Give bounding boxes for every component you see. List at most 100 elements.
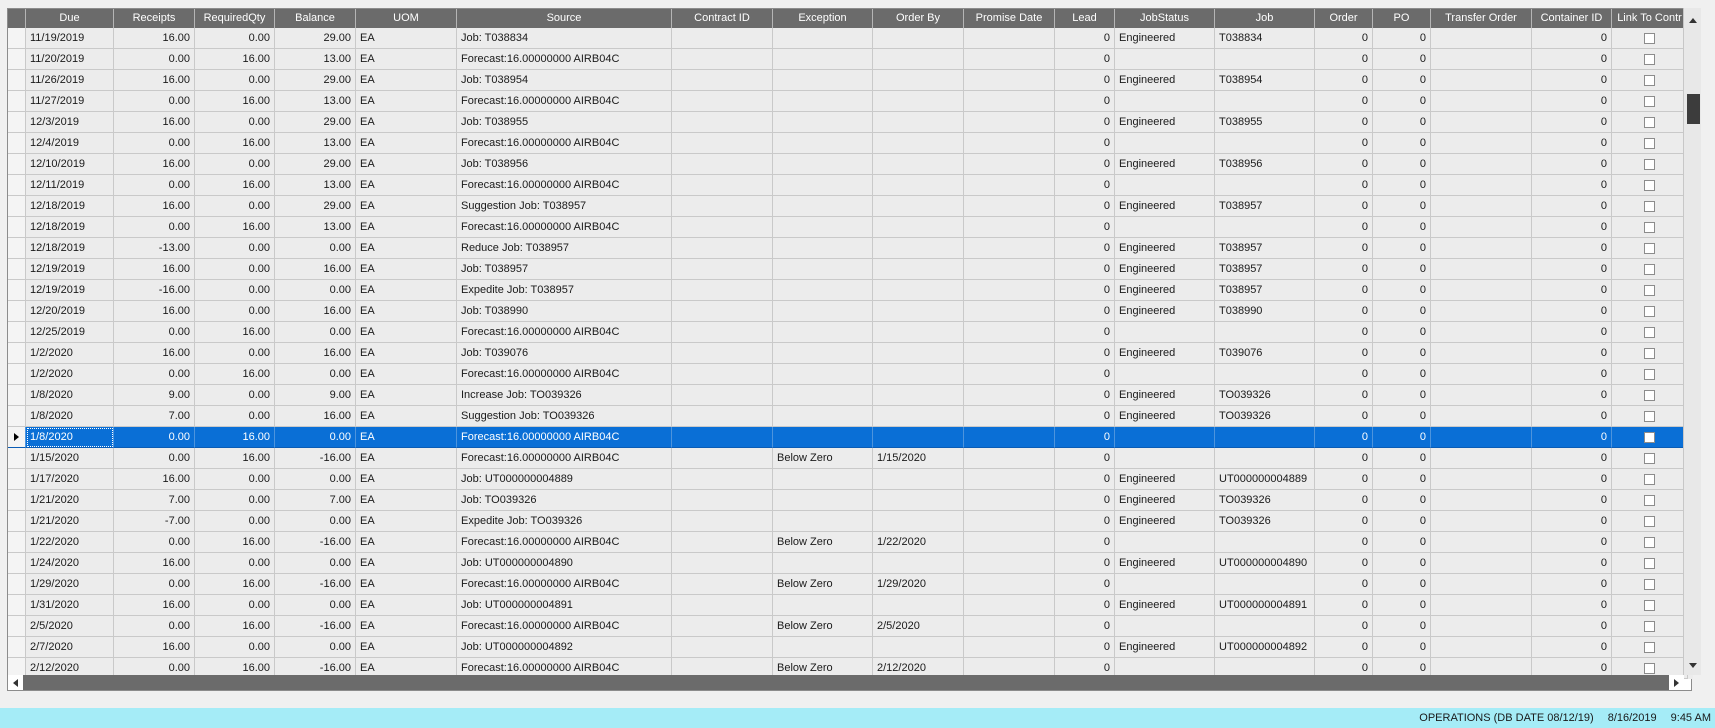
row-selector[interactable]	[8, 49, 26, 70]
cell-order-by[interactable]	[873, 49, 964, 70]
cell-transfer-order[interactable]	[1431, 70, 1532, 91]
cell-due[interactable]: 2/5/2020	[26, 616, 114, 637]
cell-link-to-contract[interactable]	[1612, 133, 1688, 154]
cell-balance[interactable]: 0.00	[275, 427, 356, 448]
row-selector[interactable]	[8, 553, 26, 574]
cell-container-id[interactable]: 0	[1532, 364, 1612, 385]
column-header-container-id[interactable]: Container ID	[1532, 9, 1612, 28]
cell-job-status[interactable]	[1115, 133, 1215, 154]
cell-contract-id[interactable]	[672, 385, 773, 406]
cell-due[interactable]: 1/22/2020	[26, 532, 114, 553]
cell-receipts[interactable]: 16.00	[114, 553, 195, 574]
cell-job-status[interactable]	[1115, 322, 1215, 343]
cell-due[interactable]: 1/21/2020	[26, 511, 114, 532]
cell-contract-id[interactable]	[672, 427, 773, 448]
cell-balance[interactable]: -16.00	[275, 532, 356, 553]
cell-required-qty[interactable]: 0.00	[195, 553, 275, 574]
row-selector[interactable]	[8, 196, 26, 217]
cell-order-by[interactable]	[873, 553, 964, 574]
cell-lead[interactable]: 0	[1055, 532, 1115, 553]
cell-order[interactable]: 0	[1315, 427, 1373, 448]
cell-po[interactable]: 0	[1373, 259, 1431, 280]
link-to-contract-checkbox[interactable]	[1644, 222, 1655, 233]
cell-container-id[interactable]: 0	[1532, 616, 1612, 637]
cell-transfer-order[interactable]	[1431, 91, 1532, 112]
cell-order-by[interactable]	[873, 238, 964, 259]
cell-container-id[interactable]: 0	[1532, 595, 1612, 616]
cell-source[interactable]: Job: TO039326	[457, 490, 672, 511]
cell-order[interactable]: 0	[1315, 217, 1373, 238]
table-row[interactable]: 1/24/2020 16.00 0.00 0.00 EA Job: UT000000004…	[8, 553, 1693, 574]
grid-body[interactable]: 11/19/2019 16.00 0.00 29.00 EA Job: T038834 0 E…	[8, 28, 1693, 679]
cell-contract-id[interactable]	[672, 133, 773, 154]
cell-promise-date[interactable]	[964, 175, 1055, 196]
cell-receipts[interactable]: 16.00	[114, 259, 195, 280]
cell-exception[interactable]	[773, 427, 873, 448]
cell-required-qty[interactable]: 0.00	[195, 490, 275, 511]
cell-po[interactable]: 0	[1373, 469, 1431, 490]
cell-required-qty[interactable]: 0.00	[195, 28, 275, 49]
cell-exception[interactable]	[773, 637, 873, 658]
cell-lead[interactable]: 0	[1055, 427, 1115, 448]
link-to-contract-checkbox[interactable]	[1644, 117, 1655, 128]
cell-contract-id[interactable]	[672, 532, 773, 553]
cell-po[interactable]: 0	[1373, 427, 1431, 448]
cell-contract-id[interactable]	[672, 112, 773, 133]
cell-po[interactable]: 0	[1373, 112, 1431, 133]
cell-order[interactable]: 0	[1315, 574, 1373, 595]
cell-order-by[interactable]	[873, 70, 964, 91]
cell-po[interactable]: 0	[1373, 175, 1431, 196]
cell-exception[interactable]	[773, 385, 873, 406]
column-header-order[interactable]: Order	[1315, 9, 1373, 28]
cell-lead[interactable]: 0	[1055, 196, 1115, 217]
cell-container-id[interactable]: 0	[1532, 406, 1612, 427]
cell-required-qty[interactable]: 0.00	[195, 511, 275, 532]
cell-link-to-contract[interactable]	[1612, 301, 1688, 322]
cell-receipts[interactable]: 0.00	[114, 364, 195, 385]
cell-transfer-order[interactable]	[1431, 112, 1532, 133]
cell-uom[interactable]: EA	[356, 637, 457, 658]
cell-required-qty[interactable]: 0.00	[195, 469, 275, 490]
cell-contract-id[interactable]	[672, 574, 773, 595]
cell-balance[interactable]: 16.00	[275, 301, 356, 322]
cell-promise-date[interactable]	[964, 238, 1055, 259]
cell-order-by[interactable]	[873, 364, 964, 385]
cell-promise-date[interactable]	[964, 49, 1055, 70]
cell-promise-date[interactable]	[964, 616, 1055, 637]
table-row[interactable]: 1/22/2020 0.00 16.00 -16.00 EA Forecast:16.00…	[8, 532, 1693, 553]
cell-receipts[interactable]: 16.00	[114, 154, 195, 175]
cell-uom[interactable]: EA	[356, 259, 457, 280]
cell-contract-id[interactable]	[672, 553, 773, 574]
column-header-required-qty[interactable]: RequiredQty	[195, 9, 275, 28]
column-header-receipts[interactable]: Receipts	[114, 9, 195, 28]
link-to-contract-checkbox[interactable]	[1644, 264, 1655, 275]
cell-po[interactable]: 0	[1373, 70, 1431, 91]
cell-required-qty[interactable]: 0.00	[195, 154, 275, 175]
cell-po[interactable]: 0	[1373, 448, 1431, 469]
cell-receipts[interactable]: -13.00	[114, 238, 195, 259]
cell-contract-id[interactable]	[672, 238, 773, 259]
cell-order-by[interactable]	[873, 133, 964, 154]
cell-order-by[interactable]	[873, 406, 964, 427]
cell-job-status[interactable]: Engineered	[1115, 406, 1215, 427]
cell-source[interactable]: Suggestion Job: T038957	[457, 196, 672, 217]
cell-job[interactable]: TO039326	[1215, 406, 1315, 427]
cell-link-to-contract[interactable]	[1612, 469, 1688, 490]
cell-exception[interactable]	[773, 238, 873, 259]
cell-order-by[interactable]	[873, 343, 964, 364]
cell-lead[interactable]: 0	[1055, 343, 1115, 364]
cell-promise-date[interactable]	[964, 469, 1055, 490]
cell-job[interactable]	[1215, 217, 1315, 238]
cell-order-by[interactable]	[873, 511, 964, 532]
cell-lead[interactable]: 0	[1055, 574, 1115, 595]
cell-lead[interactable]: 0	[1055, 448, 1115, 469]
cell-job[interactable]: UT000000004890	[1215, 553, 1315, 574]
cell-container-id[interactable]: 0	[1532, 322, 1612, 343]
cell-source[interactable]: Job: T038834	[457, 28, 672, 49]
row-selector[interactable]	[8, 28, 26, 49]
table-row[interactable]: 1/21/2020 7.00 0.00 7.00 EA Job: TO039326 0 Eng…	[8, 490, 1693, 511]
cell-exception[interactable]	[773, 217, 873, 238]
cell-lead[interactable]: 0	[1055, 637, 1115, 658]
cell-required-qty[interactable]: 16.00	[195, 49, 275, 70]
cell-order-by[interactable]	[873, 301, 964, 322]
